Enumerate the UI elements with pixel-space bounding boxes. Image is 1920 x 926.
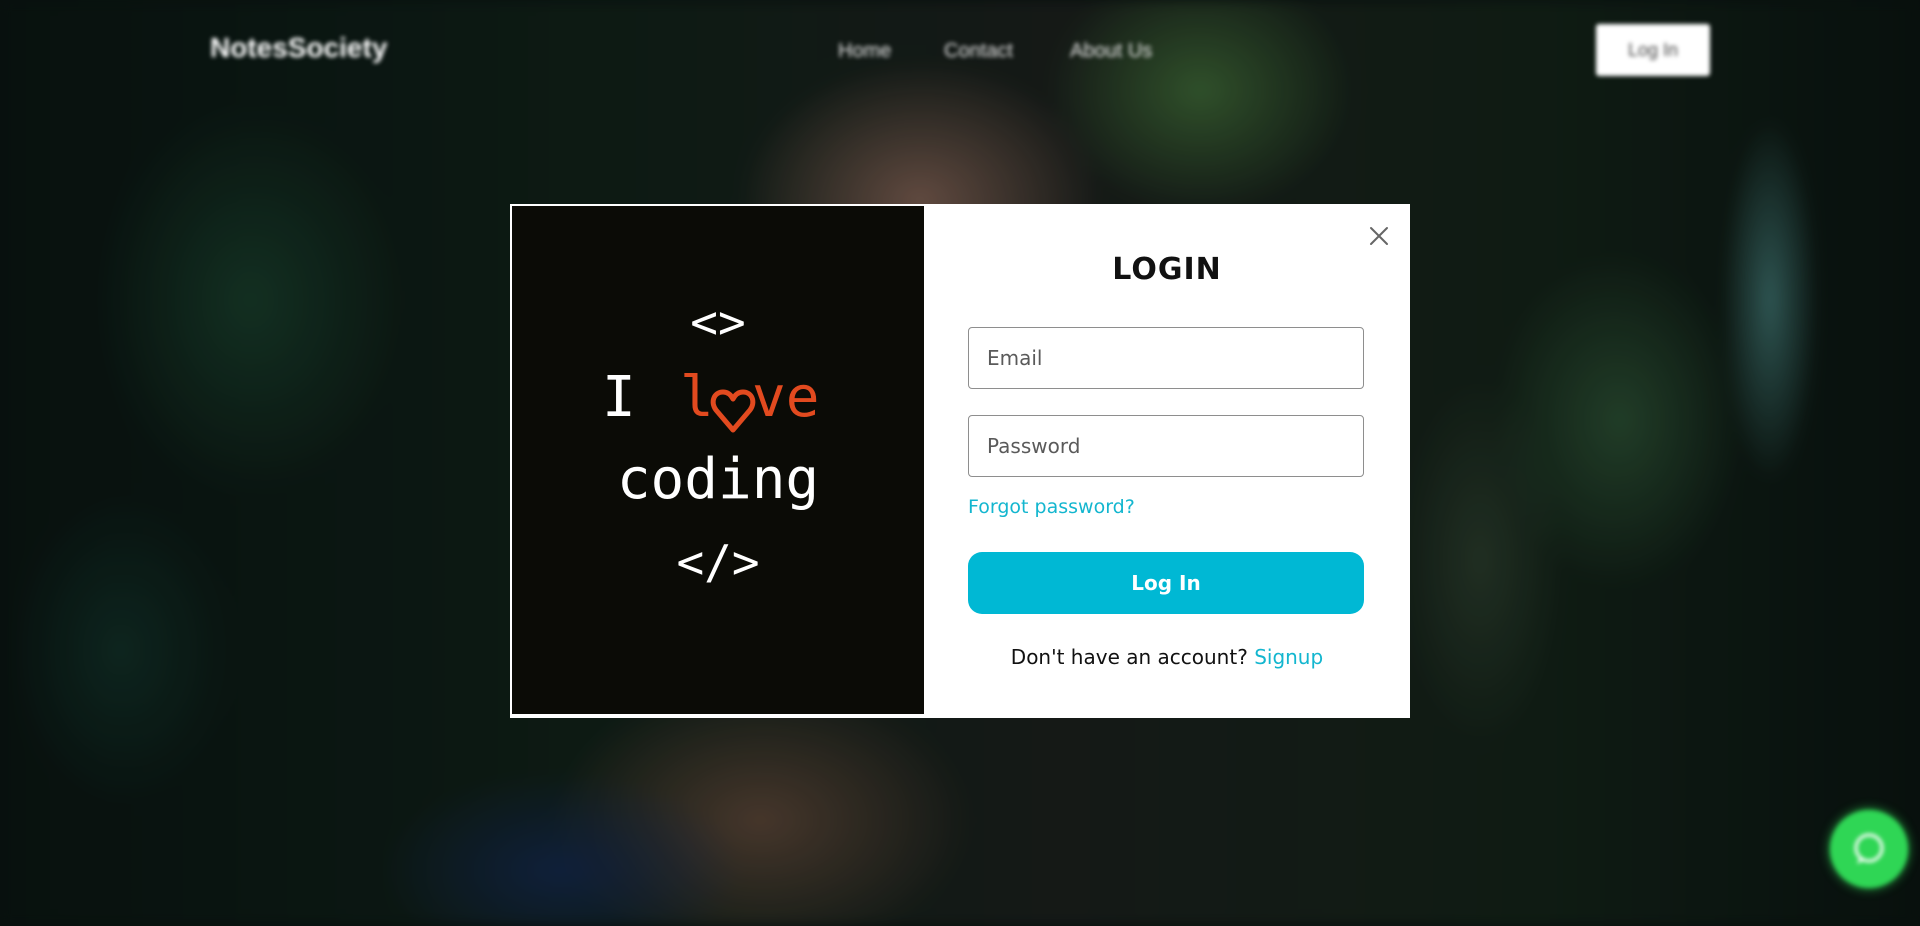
brand-logo[interactable]: NotesSociety [210,32,387,64]
forgot-password-link[interactable]: Forgot password? [968,496,1135,518]
i-love-coding-image: <> I l ve coding </> [512,206,924,714]
chat-icon [1854,833,1884,864]
love-l-text: l [680,365,714,430]
signup-prompt: Don't have an account? [1010,645,1248,669]
i-text: I [602,365,636,430]
close-icon[interactable] [1367,224,1391,248]
login-button[interactable]: Log In [968,552,1364,614]
close-tag-text: </> [676,535,759,589]
email-field[interactable] [968,327,1364,389]
password-field[interactable] [968,415,1364,477]
heart-icon [710,389,756,433]
chat-fab-button[interactable] [1830,810,1908,888]
signup-link[interactable]: Signup [1254,645,1323,669]
navbar: NotesSociety Home Contact About Us Log I… [0,0,1920,104]
open-tag-text: <> [690,295,745,349]
love-ve-text: ve [752,365,819,430]
signup-row: Don't have an account? Signup [924,645,1410,669]
i-love-coding-graphic: <> I l ve coding </> [602,295,819,589]
nav-link-home[interactable]: Home [838,40,891,63]
nav-link-contact[interactable]: Contact [944,40,1013,63]
login-modal: <> I l ve coding </> LOGIN Forgot passwo… [510,204,1410,718]
coding-text: coding [617,447,819,512]
login-title: LOGIN [1112,252,1222,287]
nav-login-button[interactable]: Log In [1596,24,1710,76]
nav-link-about-us[interactable]: About Us [1070,40,1152,63]
